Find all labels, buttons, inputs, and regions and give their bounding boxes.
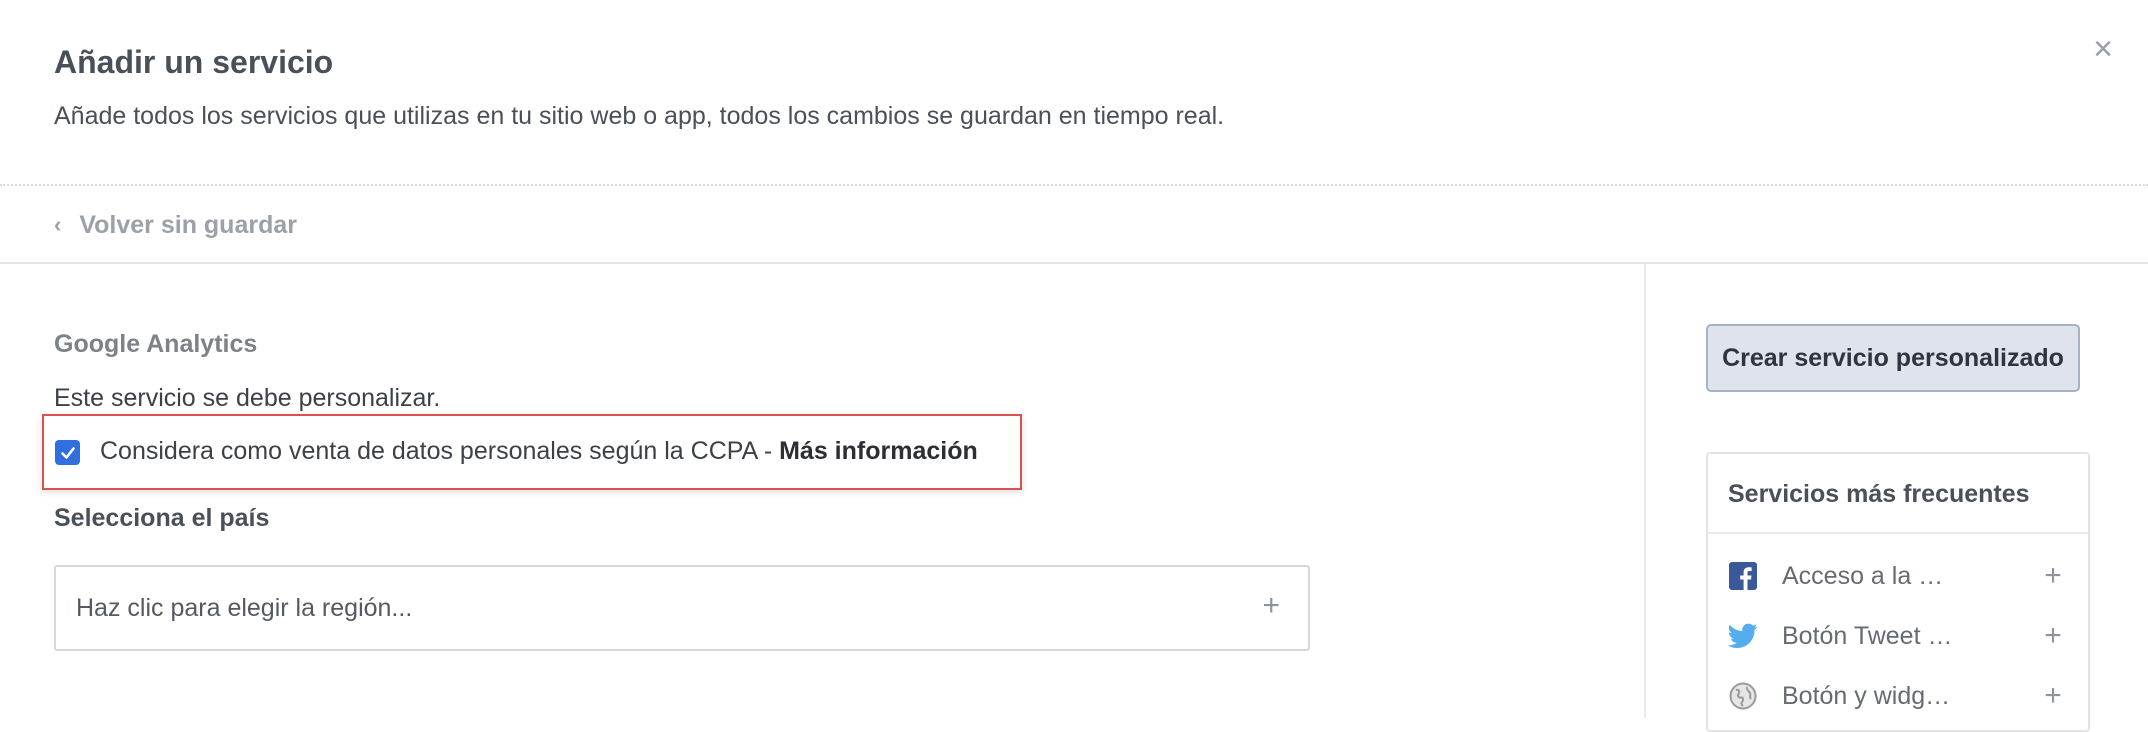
frequent-service-label: Botón Tweet … (1782, 621, 1953, 650)
globe-icon (1728, 681, 1758, 711)
sidebar-divider (1644, 264, 1646, 718)
country-label: Selecciona el país (54, 504, 270, 532)
service-note: Este servicio se debe personalizar. (54, 384, 441, 412)
back-without-saving-link[interactable]: ‹ Volver sin guardar (54, 210, 297, 240)
add-icon[interactable]: + (2038, 559, 2068, 593)
add-icon[interactable]: + (2038, 679, 2068, 713)
add-icon[interactable]: + (2038, 619, 2068, 653)
modal-title: Añadir un servicio (54, 44, 334, 80)
frequent-services-panel: Servicios más frecuentes Acceso a la … +… (1706, 452, 2090, 732)
ccpa-label-text: Considera como venta de datos personales… (100, 437, 780, 465)
back-link-label: Volver sin guardar (79, 210, 297, 239)
service-name: Google Analytics (54, 330, 258, 358)
header-divider (0, 184, 2148, 186)
chevron-left-icon: ‹ (54, 212, 62, 237)
checkmark-icon (60, 446, 75, 459)
region-select-placeholder: Haz clic para elegir la región... (76, 594, 413, 622)
ccpa-checkbox[interactable] (55, 440, 80, 465)
ccpa-label: Considera como venta de datos personales… (100, 437, 978, 466)
create-custom-service-button[interactable]: Crear servicio personalizado (1706, 324, 2080, 392)
twitter-icon (1728, 621, 1758, 651)
nav-divider (0, 262, 2148, 264)
frequent-services-divider (1708, 532, 2088, 534)
more-info-link[interactable]: Más información (779, 437, 978, 465)
close-icon[interactable]: × (2088, 30, 2118, 68)
frequent-services-title: Servicios más frecuentes (1728, 480, 2030, 508)
facebook-icon (1728, 561, 1758, 591)
frequent-service-item[interactable]: Botón Tweet … + (1728, 618, 2068, 654)
frequent-service-label: Acceso a la … (1782, 561, 1944, 590)
modal-description: Añade todos los servicios que utilizas e… (54, 102, 1225, 130)
plus-icon: + (1262, 589, 1280, 622)
frequent-service-item[interactable]: Botón y widg… + (1728, 678, 2068, 714)
region-select[interactable]: Haz clic para elegir la región... + (54, 565, 1310, 651)
frequent-service-item[interactable]: Acceso a la … + (1728, 558, 2068, 594)
frequent-service-label: Botón y widg… (1782, 681, 1951, 710)
